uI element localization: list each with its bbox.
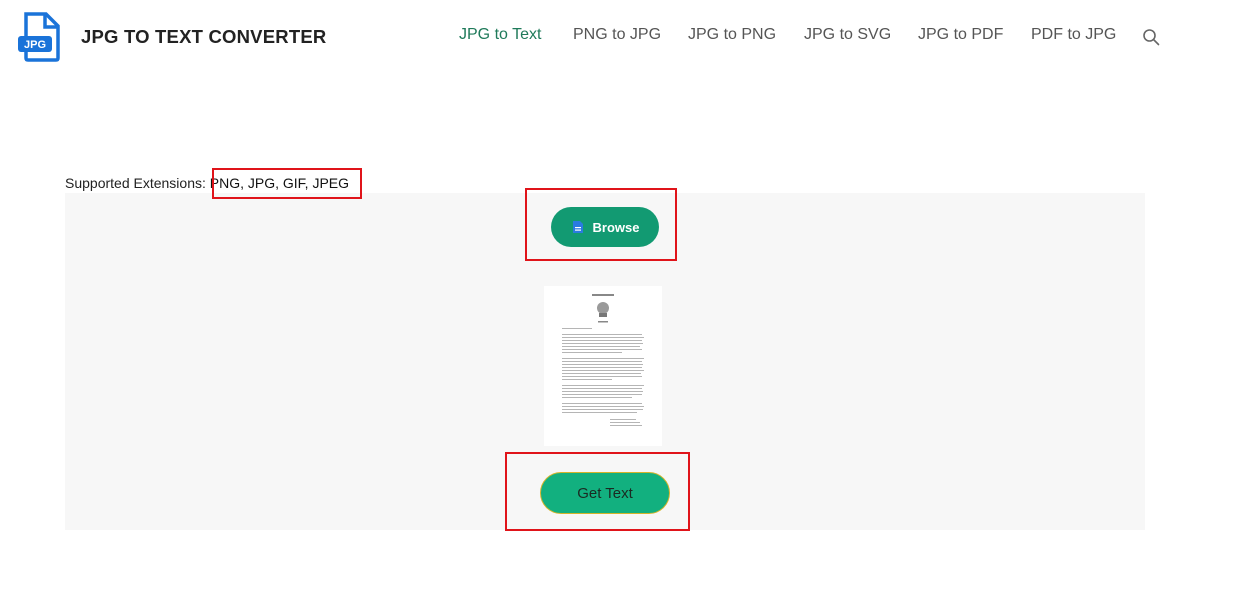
highlight-browse-button [525, 188, 677, 261]
brand-title[interactable]: JPG TO TEXT CONVERTER [81, 26, 326, 48]
highlight-supported-extensions [212, 168, 362, 199]
nav-jpg-to-svg[interactable]: JPG to SVG [804, 26, 891, 44]
site-header: JPG JPG TO TEXT CONVERTER JPG to Text PN… [0, 0, 1257, 76]
jpg-file-logo-icon[interactable]: JPG [18, 12, 62, 62]
nav-jpg-to-text[interactable]: JPG to Text [459, 26, 541, 44]
uploaded-image-preview [544, 286, 662, 446]
nav-jpg-to-png[interactable]: JPG to PNG [688, 26, 776, 44]
nav-jpg-to-pdf[interactable]: JPG to PDF [918, 26, 1003, 44]
nav-pdf-to-jpg[interactable]: PDF to JPG [1031, 26, 1116, 44]
highlight-get-text-button [505, 452, 690, 531]
svg-text:JPG: JPG [24, 39, 46, 51]
search-icon[interactable] [1142, 28, 1160, 46]
supported-extensions-label: Supported Extensions: [65, 175, 206, 191]
nav-png-to-jpg[interactable]: PNG to JPG [573, 26, 661, 44]
